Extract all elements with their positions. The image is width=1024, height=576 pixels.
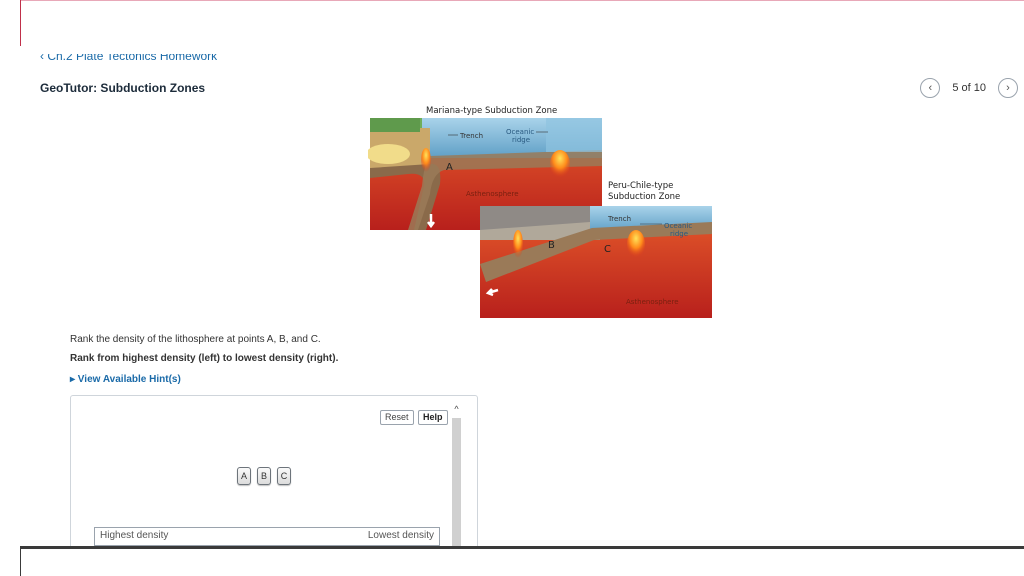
tile-c[interactable]: C (277, 467, 291, 485)
page-title: GeoTutor: Subduction Zones (40, 81, 206, 95)
draggable-tiles: A B C (237, 467, 291, 485)
next-button[interactable]: › (998, 78, 1018, 98)
top-border (20, 0, 1024, 1)
tile-a[interactable]: A (237, 467, 251, 485)
ranking-drop-zone[interactable]: Highest density Lowest density (94, 527, 440, 546)
tile-b[interactable]: B (257, 467, 271, 485)
oceanic-ridge-label-2b: ridge (670, 230, 688, 238)
reset-button[interactable]: Reset (380, 410, 414, 425)
point-a-label: A (446, 162, 453, 173)
panel-scrollbar[interactable] (452, 418, 461, 556)
subduction-figure: Mariana-type Subduction Zone Trench Ocea… (368, 106, 712, 318)
scroll-up-icon[interactable]: ^ (452, 404, 461, 414)
rank-right-label: Lowest density (367, 530, 434, 541)
chevron-right-icon: › (1006, 82, 1010, 94)
point-b-label: B (548, 240, 555, 251)
question-instruction: Rank from highest density (left) to lowe… (70, 353, 339, 364)
chevron-left-icon: ‹ (928, 82, 933, 94)
oceanic-ridge-label-2a: Oceanic (664, 222, 692, 230)
bottom-frame (20, 546, 1024, 576)
help-button[interactable]: Help (418, 410, 448, 425)
page-counter: 5 of 10 (952, 82, 986, 94)
prev-button[interactable]: ‹ (920, 78, 941, 98)
view-hints-link[interactable]: ▸ View Available Hint(s) (70, 374, 181, 385)
trench-label-2: Trench (607, 215, 631, 223)
breadcrumb[interactable]: ‹ Ch.2 Plate Tectonics Homework (40, 54, 217, 62)
ranking-panel: Reset Help ^ A B C Highest density Lowes… (70, 395, 478, 557)
bottom-divider (20, 546, 1024, 549)
mariana-title: Mariana-type Subduction Zone (426, 106, 557, 116)
rank-left-label: Highest density (100, 530, 169, 541)
peru-chile-title-1: Peru-Chile-type (608, 181, 673, 191)
top-left-marker (20, 0, 21, 46)
point-c-label: C (604, 244, 611, 255)
asthenosphere-label-1: Asthenosphere (466, 190, 519, 198)
trench-label-1: Trench (459, 132, 483, 140)
asthenosphere-label-2: Asthenosphere (626, 298, 679, 306)
bottom-left-edge (20, 546, 21, 576)
oceanic-ridge-label-1b: ridge (512, 136, 530, 144)
oceanic-ridge-label-1a: Oceanic (506, 128, 534, 136)
peru-chile-title-2: Subduction Zone (608, 192, 680, 202)
question-text: Rank the density of the lithosphere at p… (70, 334, 321, 345)
pager: ‹ 5 of 10 › (920, 78, 1018, 98)
